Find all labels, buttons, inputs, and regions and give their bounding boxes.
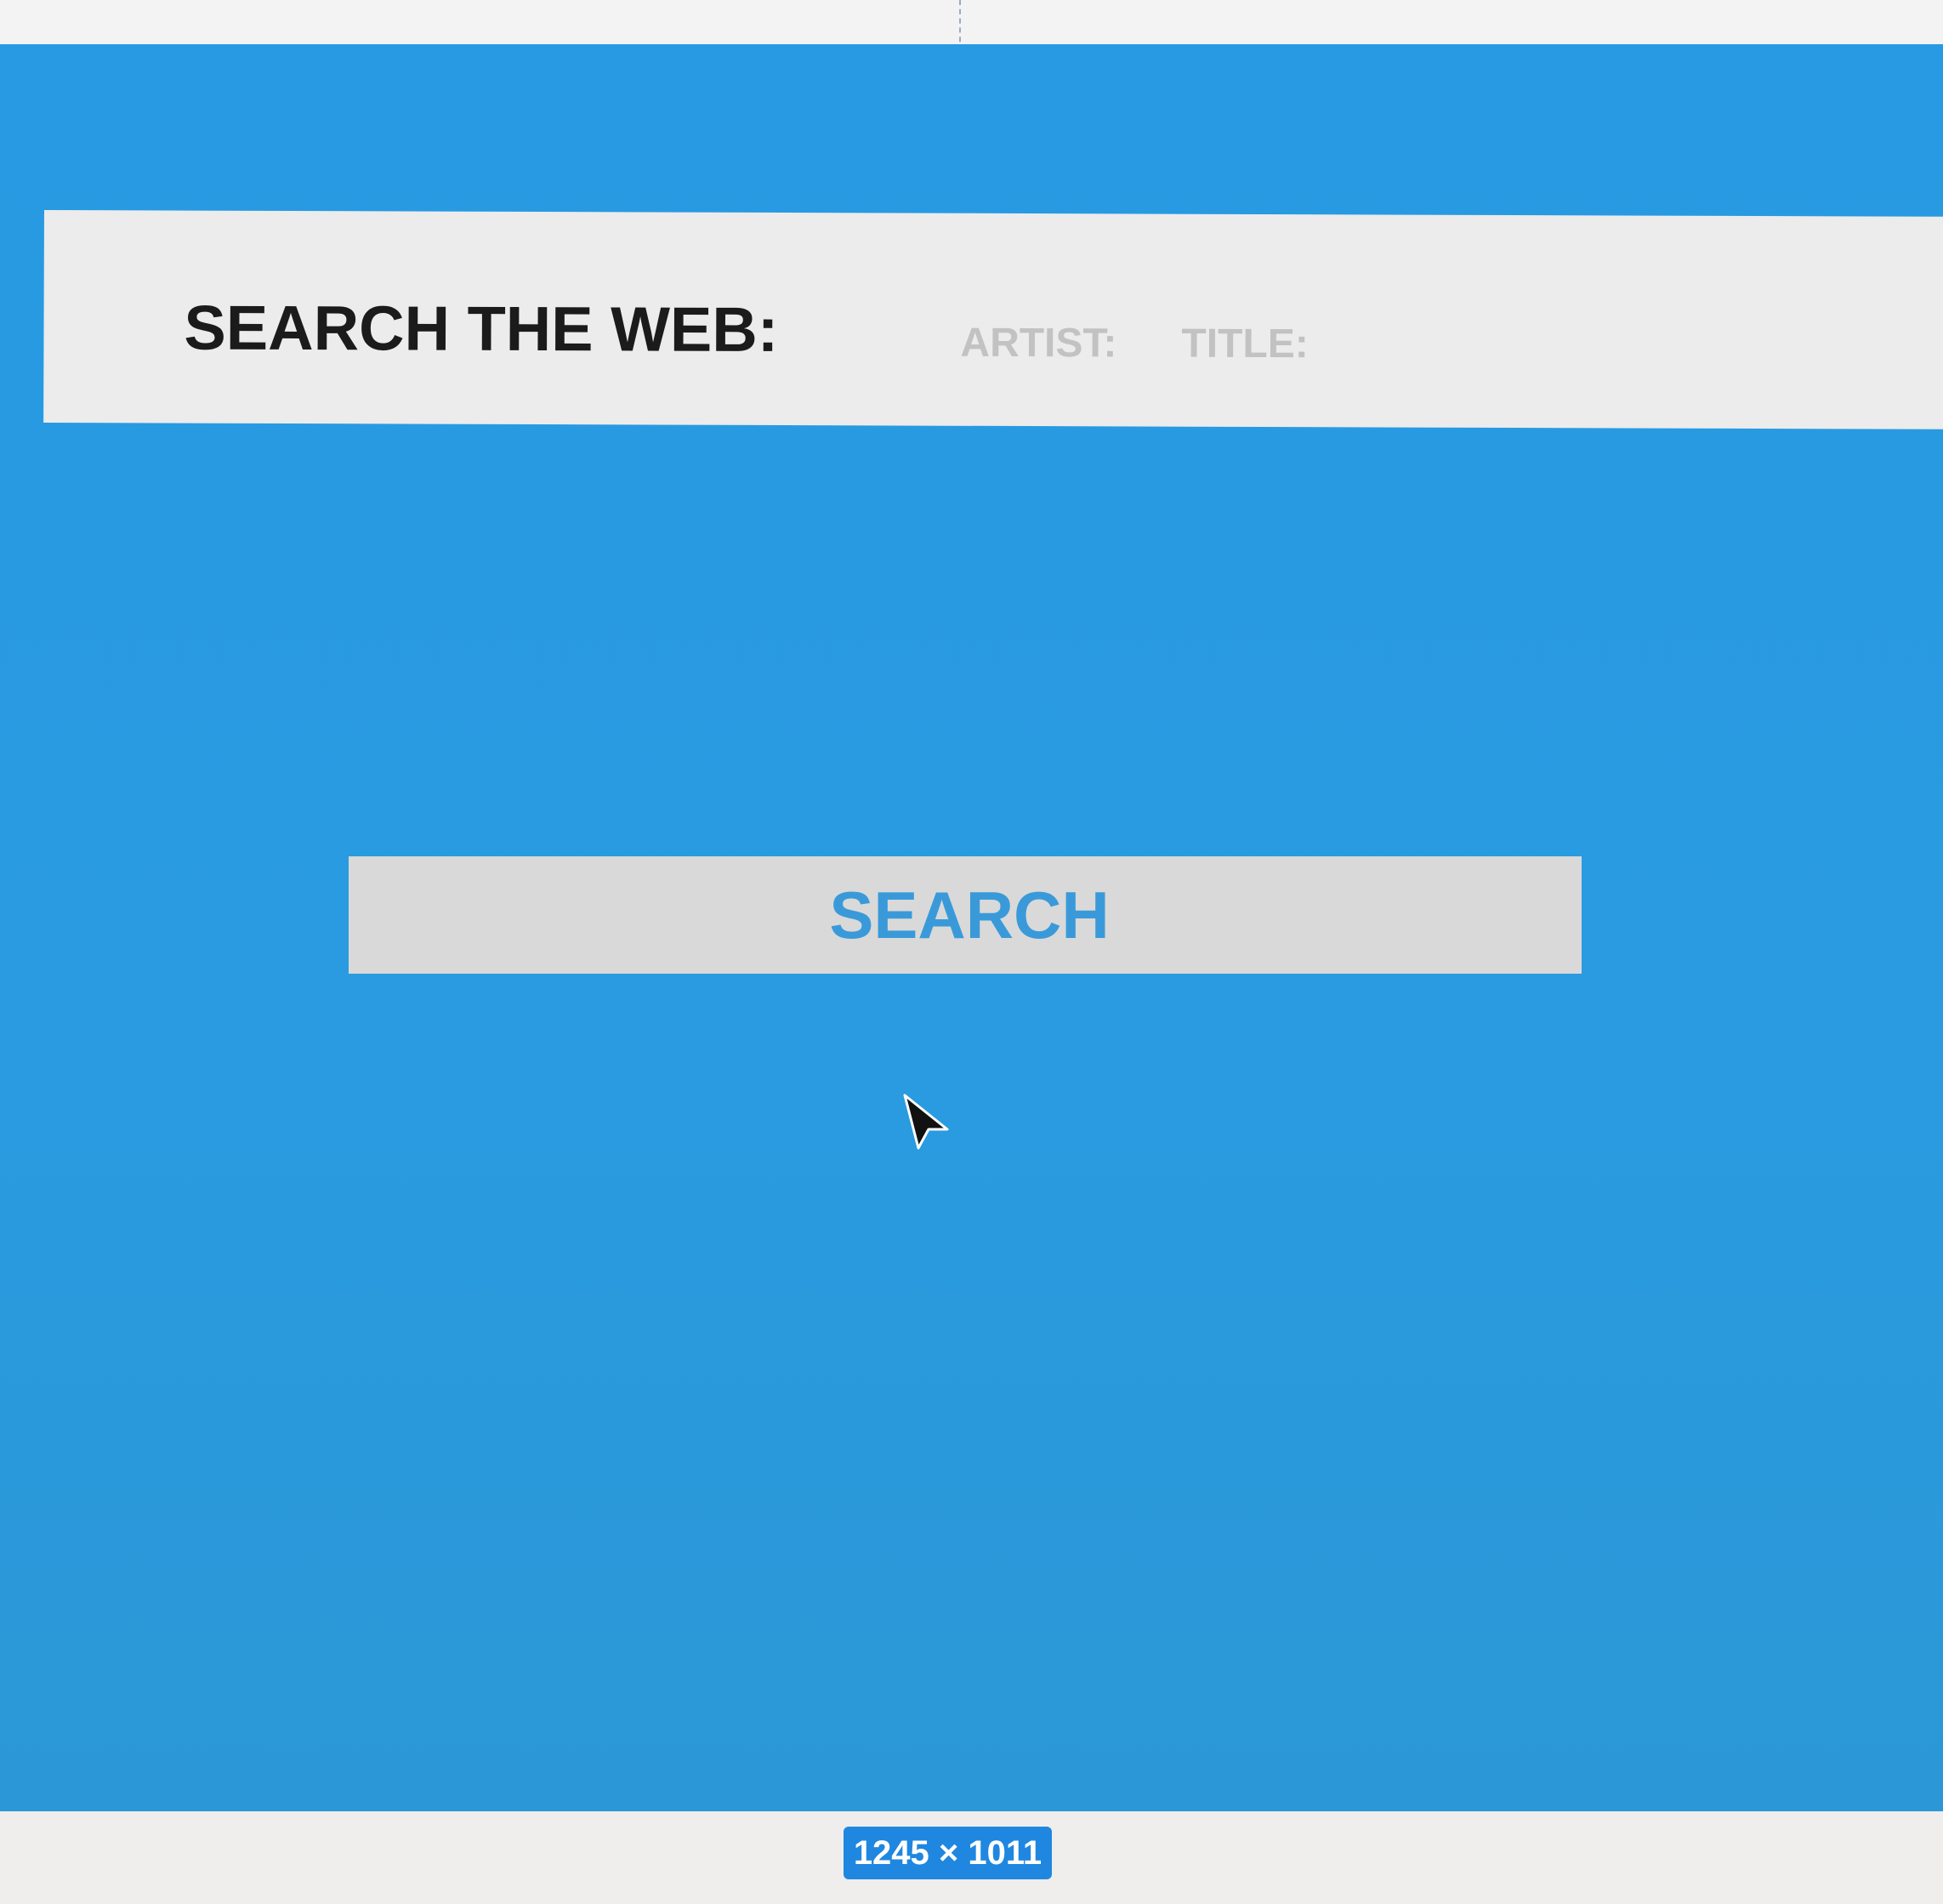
page: SEARCH THE WEB: SEARCH 1245 × 1011 xyxy=(0,0,1943,1904)
search-bar: SEARCH THE WEB: xyxy=(43,210,1943,429)
artist-input[interactable] xyxy=(960,316,1148,369)
title-input[interactable] xyxy=(1181,317,1395,370)
dimension-badge: 1245 × 1011 xyxy=(844,1827,1052,1879)
search-button[interactable]: SEARCH xyxy=(349,856,1582,974)
search-button-label: SEARCH xyxy=(829,877,1110,952)
mouse-pointer-icon xyxy=(903,1094,949,1150)
canvas: SEARCH THE WEB: SEARCH xyxy=(0,44,1943,1811)
top-strip xyxy=(0,0,1943,51)
search-label: SEARCH THE WEB: xyxy=(184,292,779,366)
guide-line xyxy=(959,0,961,51)
